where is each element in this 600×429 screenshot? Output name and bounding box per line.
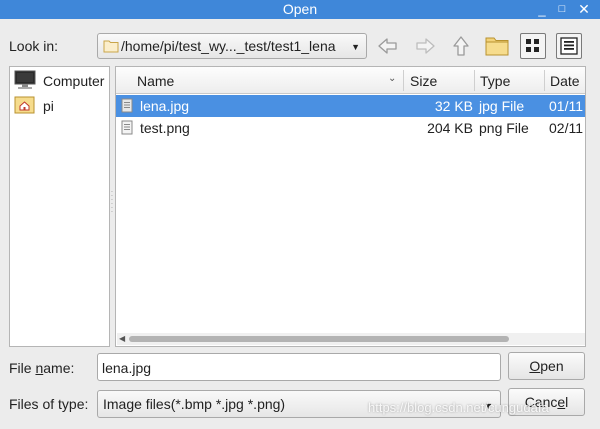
scroll-left-icon[interactable]: ◀ xyxy=(119,334,125,343)
detail-view-button[interactable] xyxy=(520,33,546,59)
column-header-date[interactable]: Date xyxy=(550,73,580,89)
up-arrow-icon xyxy=(453,36,469,56)
forward-arrow-icon xyxy=(416,38,435,54)
file-icon xyxy=(121,98,133,113)
folder-icon xyxy=(103,40,119,53)
list-view-button[interactable] xyxy=(556,33,582,59)
places-sidebar: Computer pi xyxy=(9,66,110,347)
list-view-icon xyxy=(560,37,578,55)
computer-icon xyxy=(14,70,36,89)
new-folder-button[interactable] xyxy=(484,33,510,59)
file-type-label: Files of type: xyxy=(9,396,89,412)
sidebar-item-computer[interactable]: Computer xyxy=(13,70,109,90)
file-name: lena.jpg xyxy=(140,98,190,114)
detail-view-icon xyxy=(526,39,539,52)
column-divider[interactable] xyxy=(403,70,404,91)
file-date: 02/11 xyxy=(549,120,583,136)
look-in-combobox[interactable]: /home/pi/test_wy..._test/test1_lena ▼ xyxy=(97,33,367,59)
sidebar-item-label: pi xyxy=(43,98,54,114)
back-arrow-icon xyxy=(378,38,397,54)
file-row[interactable]: test.png 204 KB png File 02/11 xyxy=(116,117,585,139)
file-name: test.png xyxy=(140,120,190,136)
minimize-button[interactable]: _ xyxy=(533,0,551,19)
window-title: Open xyxy=(282,1,318,17)
new-folder-icon xyxy=(485,37,509,56)
file-size: 32 KB xyxy=(434,98,473,114)
horizontal-scrollbar[interactable]: ◀ xyxy=(117,333,585,345)
look-in-label: Look in: xyxy=(9,38,59,54)
file-type: jpg File xyxy=(479,98,525,114)
up-button[interactable] xyxy=(448,33,474,59)
sidebar-item-label: Computer xyxy=(43,73,105,89)
file-name-input[interactable]: lena.jpg xyxy=(97,353,501,381)
splitter-handle[interactable]: · · · · · · xyxy=(110,188,114,220)
column-divider[interactable] xyxy=(474,70,475,91)
open-button[interactable]: Open xyxy=(508,352,585,380)
column-header-type[interactable]: Type xyxy=(480,73,510,89)
file-date: 01/11 xyxy=(549,98,583,114)
file-type: png File xyxy=(479,120,529,136)
title-bar: Open _ □ ✕ xyxy=(0,0,600,19)
file-icon xyxy=(121,120,133,135)
file-list-header: Name ⌄ Size Type Date xyxy=(116,67,585,94)
close-button[interactable]: ✕ xyxy=(575,0,593,19)
watermark-text: https://blog.csdn.net/cungudafa xyxy=(368,400,549,415)
file-name-label: File name: xyxy=(9,360,75,376)
file-name-value: lena.jpg xyxy=(102,360,152,376)
file-row[interactable]: lena.jpg 32 KB jpg File 01/11 xyxy=(116,95,585,117)
home-folder-icon xyxy=(14,96,35,114)
column-header-size[interactable]: Size xyxy=(410,73,437,89)
dropdown-arrow-icon: ▼ xyxy=(351,42,360,52)
back-button[interactable] xyxy=(375,33,401,59)
column-header-name[interactable]: Name xyxy=(137,73,174,89)
file-type-value: Image files(*.bmp *.jpg *.png) xyxy=(103,396,286,412)
file-list: Name ⌄ Size Type Date lena.jpg 32 KB jpg… xyxy=(115,66,586,347)
file-size: 204 KB xyxy=(427,120,473,136)
forward-button[interactable] xyxy=(412,33,438,59)
maximize-button[interactable]: □ xyxy=(553,0,571,19)
sidebar-item-pi[interactable]: pi xyxy=(13,95,109,115)
look-in-path: /home/pi/test_wy..._test/test1_lena xyxy=(121,38,336,54)
scrollbar-thumb[interactable] xyxy=(129,336,509,342)
sort-chevron-icon: ⌄ xyxy=(388,73,397,84)
column-divider[interactable] xyxy=(544,70,545,91)
